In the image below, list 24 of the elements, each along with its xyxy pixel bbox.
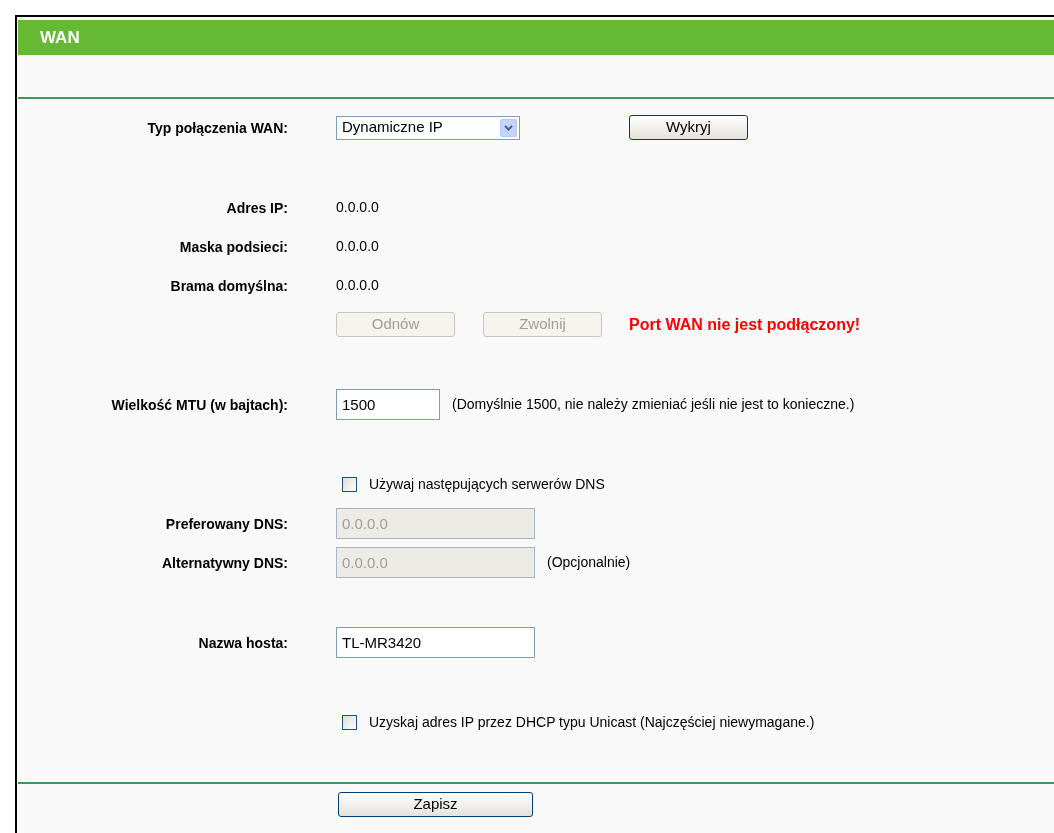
checkbox[interactable] <box>342 477 357 492</box>
field-label: Maska podsieci: <box>179 238 288 255</box>
page-title: WAN <box>40 26 80 49</box>
field-label: Preferowany DNS: <box>165 515 288 532</box>
field-label: Nazwa hosta: <box>198 634 288 651</box>
field-label: Adres IP: <box>226 199 288 216</box>
connection-type-dropdown[interactable]: Dynamiczne IP <box>336 115 520 140</box>
hint-text: (Opcjonalnie) <box>547 553 631 572</box>
field-label: Wielkość MTU (w bajtach): <box>111 396 288 413</box>
field-label: Alternatywny DNS: <box>161 554 288 571</box>
field-label: Typ połączenia WAN: <box>147 119 288 136</box>
save-button[interactable]: Zapisz <box>338 792 533 817</box>
field-label: Brama domyślna: <box>170 277 288 294</box>
input-field[interactable]: TL-MR3420 <box>336 627 535 658</box>
field-value: 0.0.0.0 <box>336 198 379 217</box>
checkbox-label: Używaj następujących serwerów DNS <box>369 475 605 494</box>
field-value: 0.0.0.0 <box>336 276 379 295</box>
input-field[interactable]: 1500 <box>336 389 440 420</box>
action-button[interactable]: Wykryj <box>629 115 748 140</box>
hint-text: (Domyślnie 1500, nie należy zmieniać jeśli nie jest to konieczne.) <box>452 395 855 414</box>
error-message: Port WAN nie jest podłączony! <box>629 314 861 335</box>
checkbox[interactable] <box>342 715 357 730</box>
field-value: 0.0.0.0 <box>336 237 379 256</box>
checkbox-label: Uzyskaj adres IP przez DHCP typu Unicast (Najczęściej niewymagane.) <box>369 713 815 732</box>
